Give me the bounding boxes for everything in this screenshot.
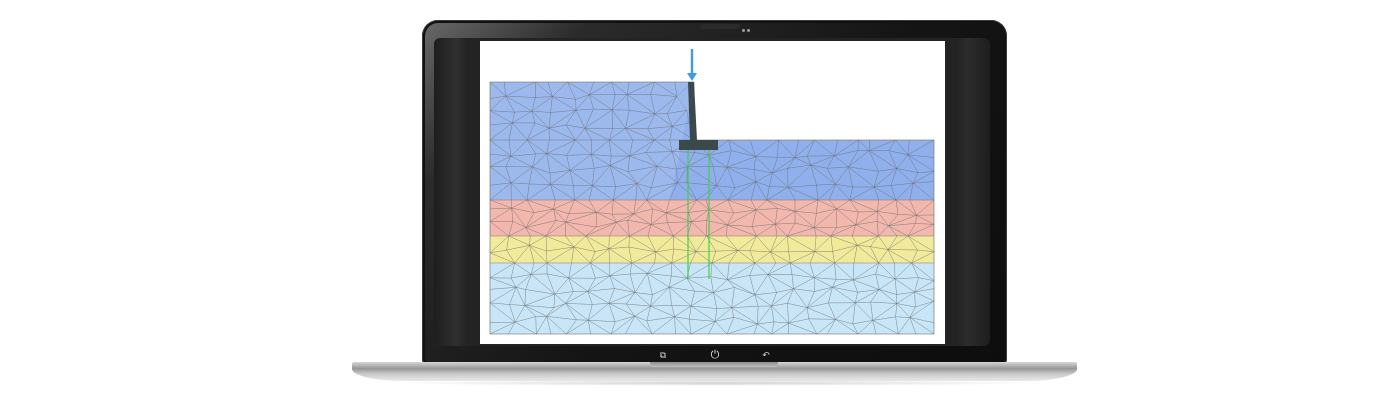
load-arrow-icon <box>687 73 697 81</box>
laptop-shadow <box>380 380 1050 386</box>
footing-slab <box>679 140 718 150</box>
hinge-notch <box>650 362 778 367</box>
power-icon[interactable]: ⏻ <box>708 349 722 361</box>
soil-layer-4 <box>490 263 934 334</box>
fem-mesh-view <box>489 49 935 335</box>
recent-apps-icon[interactable]: ⧉ <box>657 349 669 361</box>
laptop-mockup: ⧉ ⏻ ↶ <box>0 0 1400 400</box>
camera-icon <box>742 29 745 32</box>
back-arrow-icon[interactable]: ↶ <box>760 349 772 361</box>
screen <box>480 41 945 344</box>
camera-slot <box>700 24 740 29</box>
soil-layer-1-shade <box>490 82 694 200</box>
camera-sensor-icon <box>747 29 750 32</box>
